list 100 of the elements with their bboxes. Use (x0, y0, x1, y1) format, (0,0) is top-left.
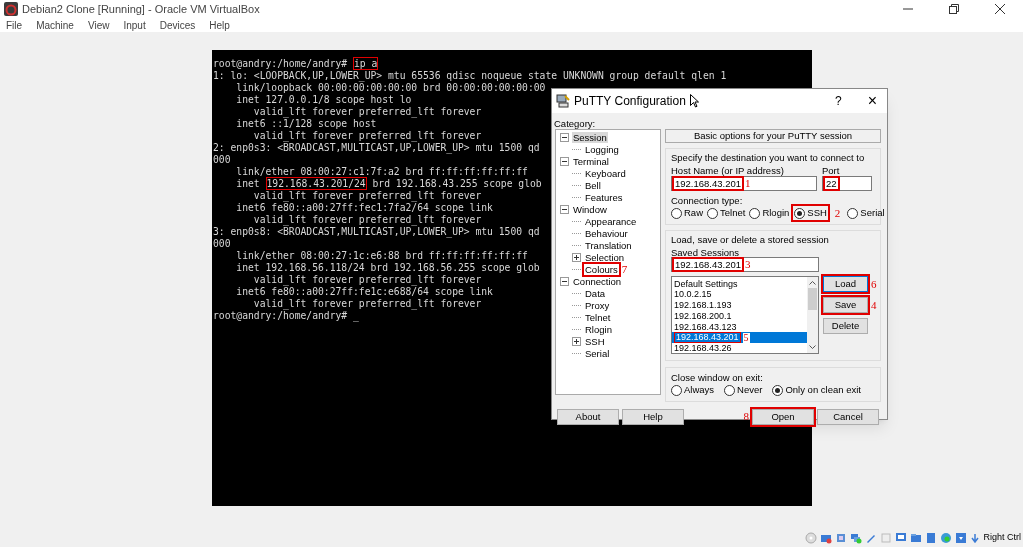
scroll-thumb[interactable] (808, 288, 817, 311)
radio-icon[interactable] (724, 384, 736, 396)
radio-selected-icon[interactable] (772, 384, 784, 396)
category-item[interactable]: Serial (584, 347, 611, 359)
category-item[interactable]: Telnet (584, 311, 612, 323)
menu-item[interactable]: File (6, 17, 23, 33)
help-button[interactable]: ? (834, 92, 842, 110)
group-label: Load, save or delete a stored session (671, 233, 830, 246)
close-icon (995, 4, 1005, 14)
category-item[interactable]: Bell (584, 179, 602, 191)
terminal-line: link/loopback 00:00:00:00:00:00 brd 00:00:00:00:00:00 (235, 82, 546, 94)
download-icon (955, 531, 968, 544)
category-item[interactable]: Behaviour (584, 227, 629, 239)
host-list-item[interactable]: 192.168.43.26 (672, 343, 807, 354)
group-label: Specify the destination you want to connect to (671, 151, 866, 164)
port-field[interactable]: 22 (822, 176, 872, 191)
session-button[interactable]: Delete (823, 318, 868, 335)
host-list-item[interactable]: 192.168.1.193 (672, 299, 807, 311)
radio-label[interactable]: Raw (684, 206, 703, 221)
category-item[interactable]: Features (584, 191, 624, 203)
host-list-item[interactable]: 192.168.43.123 (672, 321, 807, 333)
category-item[interactable]: Selection (584, 251, 626, 263)
session-button[interactable]: Save (823, 297, 868, 314)
category-item[interactable]: Translation (584, 239, 633, 251)
collapse-icon[interactable] (560, 204, 569, 214)
category-item[interactable]: Keyboard (584, 167, 627, 179)
radio-selected-icon[interactable] (794, 207, 806, 219)
radio-option[interactable]: Telnet (707, 206, 746, 221)
category-item[interactable]: Data (584, 287, 607, 299)
dialog-button[interactable]: Open (752, 408, 814, 425)
network-icon (850, 531, 863, 544)
host-name-field[interactable]: 192.168.43.201 1 (671, 176, 817, 191)
category-item[interactable]: Proxy (584, 299, 611, 311)
radio-label[interactable]: Never (737, 383, 763, 398)
optical-disc-icon (805, 531, 818, 544)
radio-option[interactable]: Rlogin (749, 206, 790, 221)
scrollbar[interactable] (807, 277, 818, 354)
dialog-button[interactable]: About (557, 408, 619, 425)
dialog-button[interactable]: Cancel (817, 408, 879, 425)
terminal-line: inet6 fe80::a00:27ff:fe1c:e688/64 scope link (235, 286, 493, 298)
terminal-line: root@andry:/home/andry# ip a (213, 58, 379, 70)
collapse-icon[interactable] (560, 276, 569, 286)
category-label: Category: (553, 117, 597, 129)
category-item[interactable]: SSH (584, 335, 606, 347)
radio-label[interactable]: Only on clean exit (785, 383, 861, 398)
terminal-line: valid_lft forever preferred_lft forever (252, 298, 482, 310)
radio-icon[interactable] (749, 207, 761, 219)
radio-icon[interactable] (847, 207, 859, 219)
terminal-line: link/ether 08:00:27:c1:7f:a2 brd ff:ff:ff:ff:ff:ff (235, 166, 528, 178)
menu-item[interactable]: Input (123, 17, 146, 33)
terminal-line: valid_lft forever preferred_lft forever (252, 190, 482, 202)
menu-item[interactable]: Devices (159, 17, 196, 33)
radio-option[interactable]: Serial (847, 206, 885, 221)
radio-icon[interactable] (707, 207, 718, 219)
category-item[interactable]: Rlogin (584, 323, 613, 335)
expand-icon[interactable] (572, 252, 581, 262)
radio-label[interactable]: SSH (807, 206, 827, 221)
host-list-item[interactable]: Default Settings (672, 278, 807, 290)
session-button[interactable]: Load (823, 276, 868, 293)
radio-label[interactable]: Serial (860, 206, 885, 221)
terminal-line: 3: enp0s8: <BROADCAST,MULTICAST,UP,LOWER_UP> mtu 1500 qd (213, 226, 540, 238)
dialog-title: PuTTY Configuration (574, 93, 686, 110)
radio-label[interactable]: Always (684, 383, 715, 398)
category-item[interactable]: Connection (572, 275, 623, 287)
host-list-item[interactable]: 192.168.43.201 5 (672, 332, 807, 344)
menu-item[interactable]: Help (209, 17, 230, 33)
terminal-line: valid_lft forever preferred_lft forever (252, 274, 482, 286)
close-button[interactable]: × (867, 93, 877, 109)
terminal-line: 1: lo: <LOOPBACK,UP,LOWER_UP> mtu 65536 qdisc noqueue state UNKNOWN group default qlen 1 (213, 70, 727, 82)
scroll-down-icon (809, 345, 816, 351)
saved-name-field[interactable]: 192.168.43.201 3 (671, 257, 819, 273)
category-item[interactable]: Window (572, 203, 608, 215)
radio-icon[interactable] (671, 207, 682, 219)
category-item[interactable]: Colours (584, 263, 619, 275)
collapse-icon[interactable] (560, 156, 569, 166)
host-key-label: Right Ctrl (983, 530, 1021, 544)
dialog-button[interactable]: Help (622, 408, 684, 425)
category-item[interactable]: Logging (584, 143, 620, 155)
radio-label[interactable]: Telnet (720, 206, 746, 221)
category-item[interactable]: Terminal (572, 155, 610, 167)
host-list-item[interactable]: 10.0.2.15 (672, 289, 807, 300)
radio-label[interactable]: Rlogin (762, 206, 790, 221)
square-icon (880, 531, 893, 544)
terminal-line: root@andry:/home/andry# _ (213, 310, 359, 322)
annotation-number: 7 (620, 263, 629, 275)
collapse-icon[interactable] (560, 132, 569, 142)
radio-icon[interactable] (671, 384, 682, 396)
computer-icon (556, 94, 570, 108)
menu-item[interactable]: Machine (36, 17, 74, 33)
radio-option[interactable]: Raw (671, 206, 703, 221)
annotation-number: 2 (833, 207, 842, 219)
field-label: Port (822, 164, 841, 176)
expand-icon[interactable] (572, 336, 581, 346)
radio-option[interactable]: SSH (793, 206, 828, 221)
category-item[interactable]: Session (572, 131, 608, 143)
terminal-line: 000 (213, 154, 231, 166)
category-item[interactable]: Appearance (584, 215, 638, 227)
menu-item[interactable]: View (87, 17, 110, 33)
arrow-down-icon (970, 532, 981, 543)
host-list-item[interactable]: 192.168.200.1 (672, 310, 807, 322)
